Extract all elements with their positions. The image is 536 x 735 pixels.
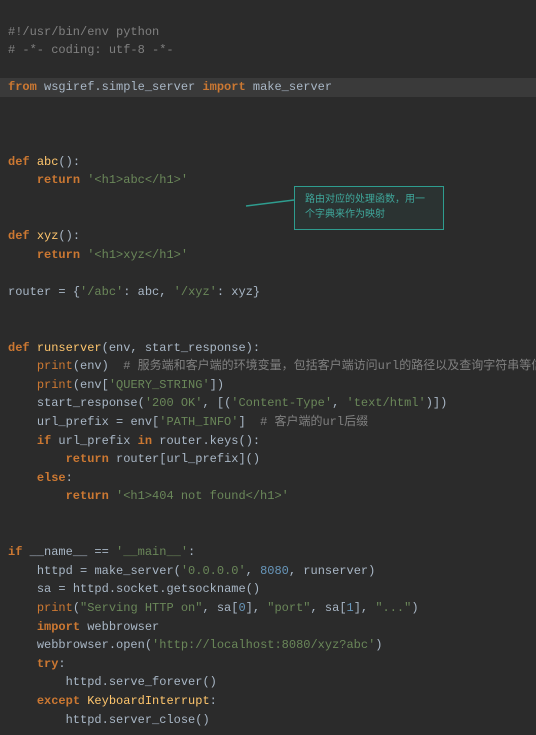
callout-text: 路由对应的处理函数，用一个字典来作为映射 — [305, 195, 425, 221]
comment-env: # 服务端和客户端的环境变量，包括客户端访问url的路径以及查询字符串等信息 — [123, 359, 536, 373]
coding-line: # -*- coding: utf-8 -*- — [8, 43, 174, 57]
router-line: router = {'/abc': abc, '/xyz': xyz} — [8, 285, 260, 299]
import-line: from wsgiref.simple_server import make_s… — [0, 78, 536, 97]
shebang-line: #!/usr/bin/env python — [8, 25, 159, 39]
comment-pathinfo: # 客户端的url后缀 — [260, 415, 368, 429]
def-xyz: def xyz(): — [8, 229, 80, 243]
def-abc: def abc(): — [8, 155, 80, 169]
code-editor: #!/usr/bin/env python # -*- coding: utf-… — [0, 0, 536, 735]
callout-box: 路由对应的处理函数，用一个字典来作为映射 — [294, 186, 444, 230]
def-runserver: def runserver(env, start_response): — [8, 341, 260, 355]
main-guard: if __name__ == '__main__': — [8, 545, 195, 559]
